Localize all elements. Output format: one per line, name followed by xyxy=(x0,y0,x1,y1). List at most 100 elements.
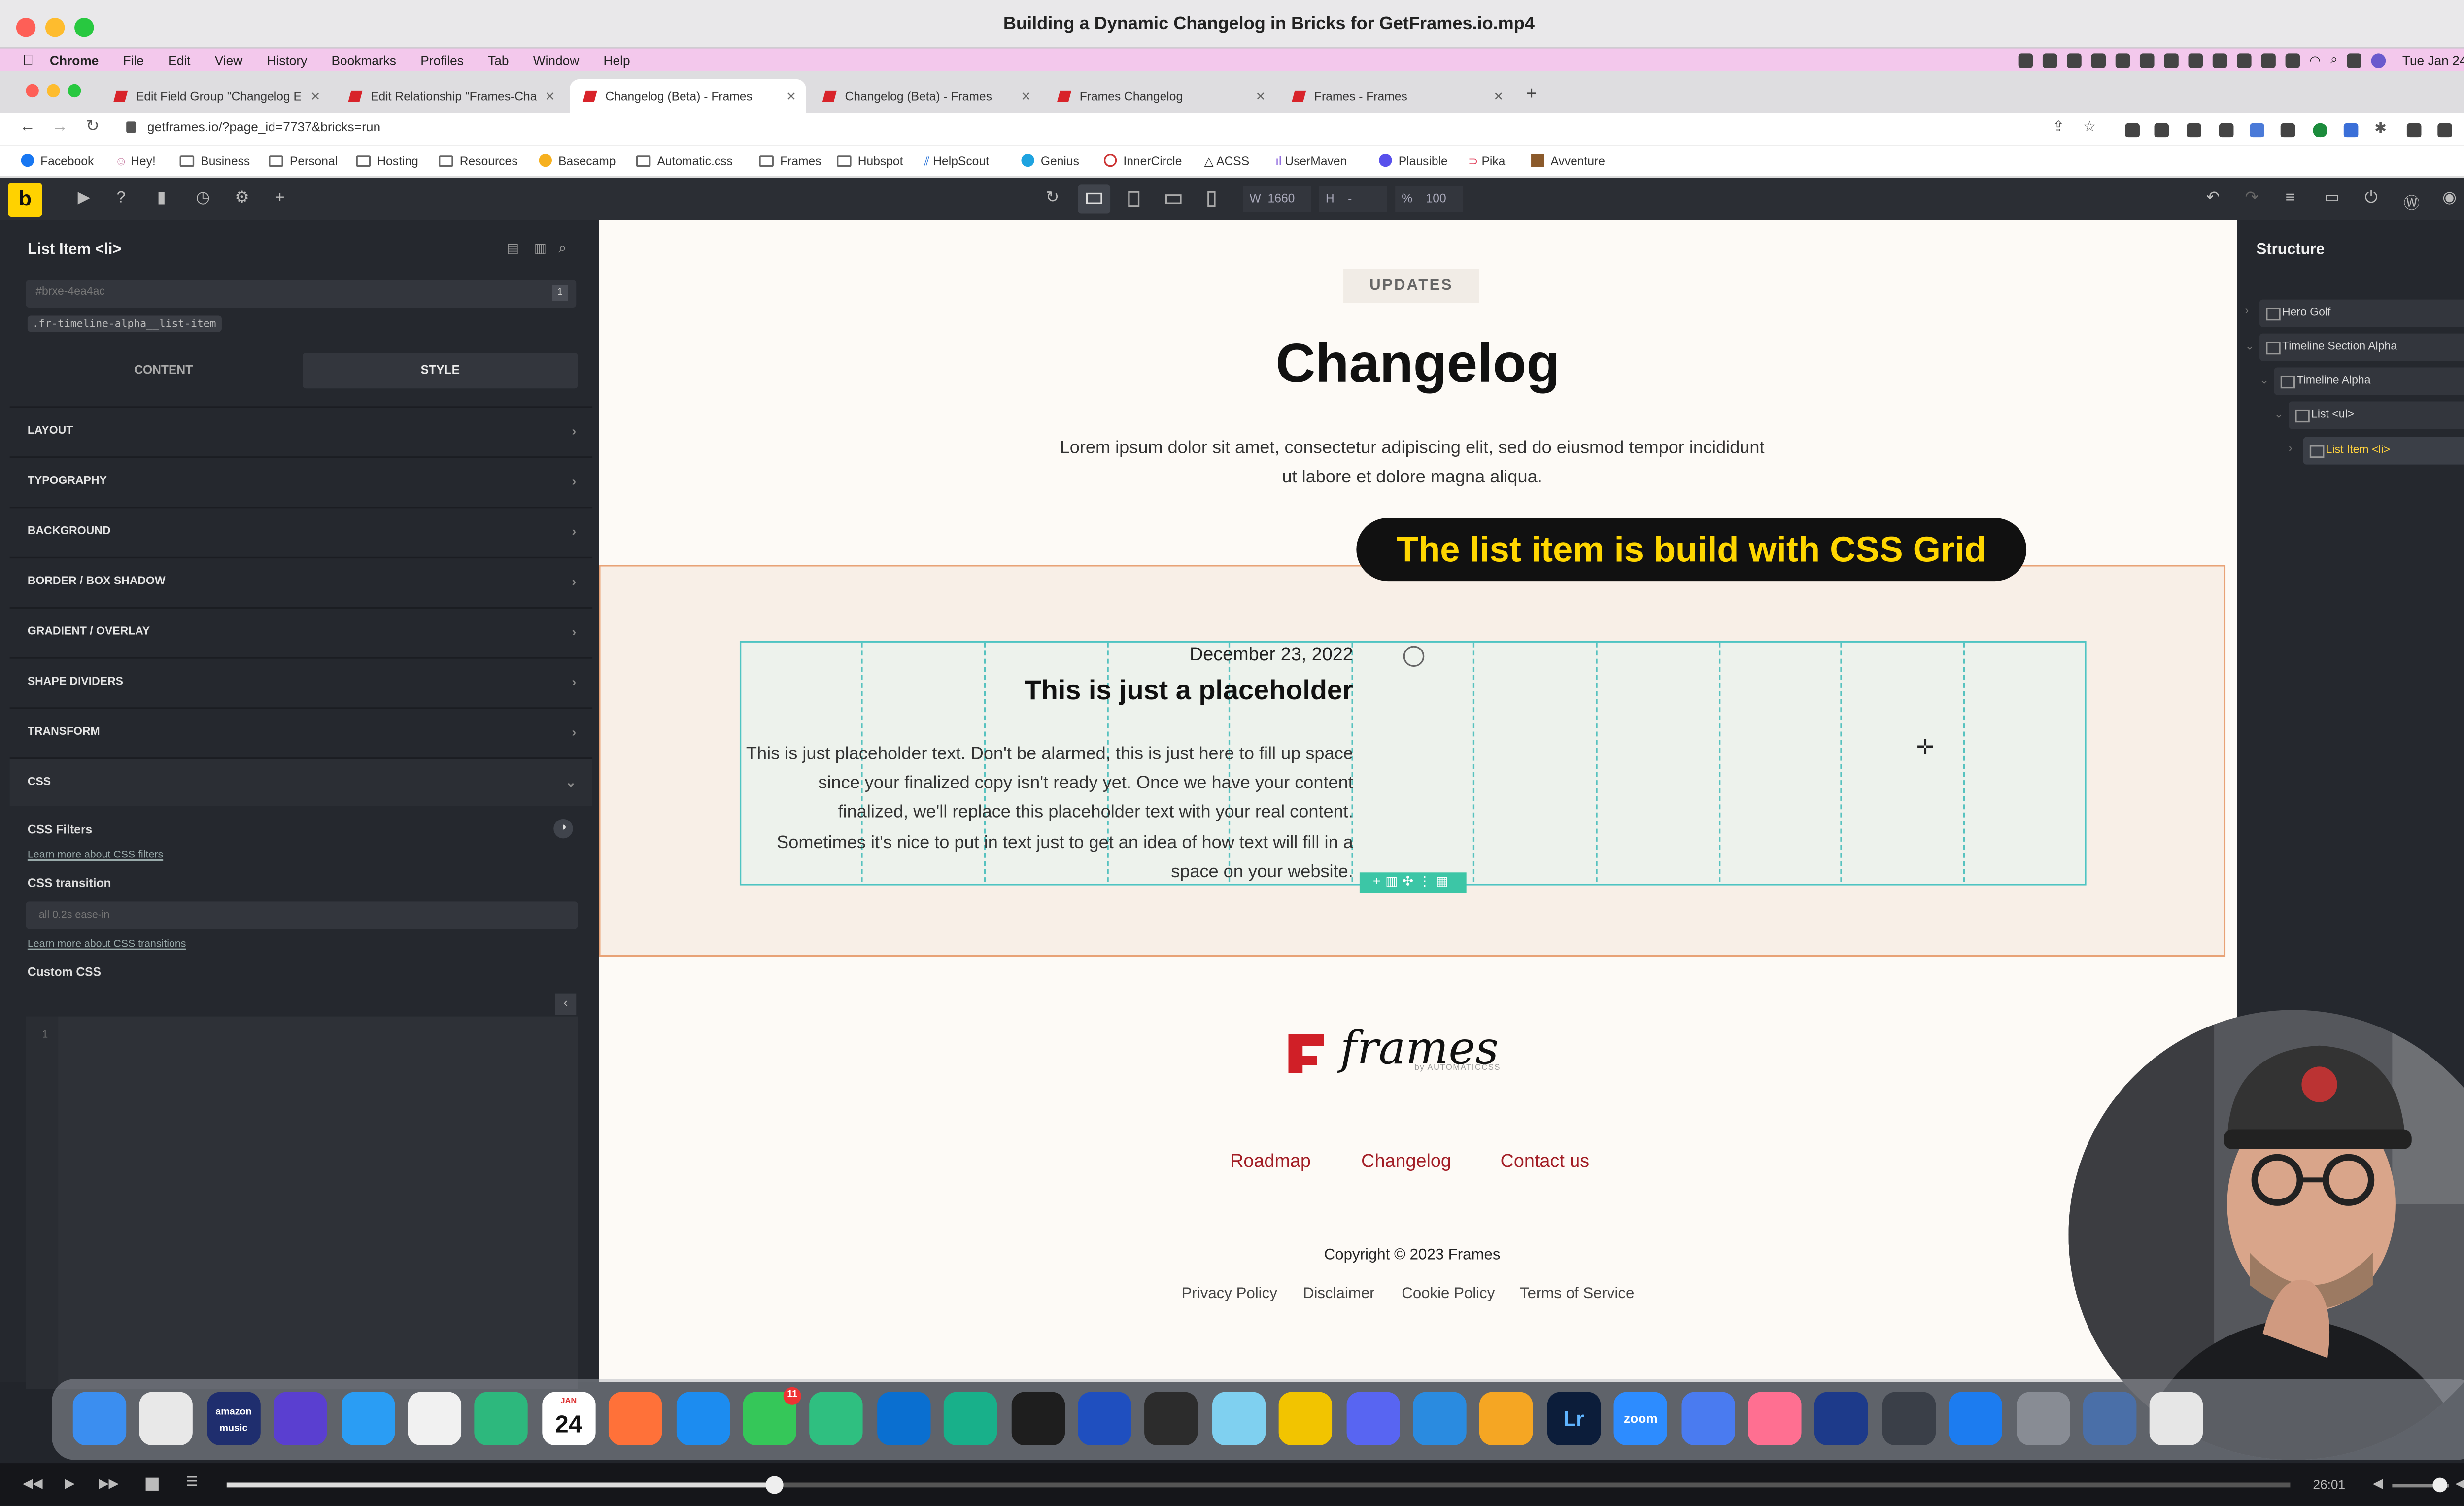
bookmark-folder[interactable]: Frames xyxy=(759,154,821,169)
extension-icon[interactable] xyxy=(2219,123,2234,138)
dock-app-hand-app[interactable] xyxy=(274,1392,328,1445)
menubar-clock[interactable]: Tue Jan 24 2:30 PM xyxy=(2402,53,2464,68)
menu-history[interactable]: History xyxy=(267,53,308,68)
extension-icon[interactable] xyxy=(2187,123,2201,138)
extension-icon[interactable] xyxy=(2280,123,2295,138)
tablet-landscape-icon[interactable] xyxy=(1128,191,1140,207)
zoom-window-button[interactable] xyxy=(68,84,81,98)
structure-node-hero-golf[interactable]: Hero Golf xyxy=(2259,299,2464,327)
power-icon[interactable]: ⏻ xyxy=(2365,189,2378,207)
section-css[interactable]: CSS ⌄ xyxy=(9,757,593,806)
dock-app-screen-app[interactable] xyxy=(2083,1392,2137,1445)
width-input[interactable]: W 1660 xyxy=(1243,186,1311,212)
legal-link-cookies[interactable]: Cookie Policy xyxy=(1402,1285,1495,1303)
minimize-window-button[interactable] xyxy=(47,84,60,98)
close-window-button[interactable] xyxy=(26,84,39,98)
status-icon[interactable] xyxy=(2236,52,2251,68)
volume-max-icon[interactable]: ◀) xyxy=(2455,1476,2464,1491)
structure-node-timeline-alpha[interactable]: Timeline Alpha xyxy=(2274,367,2464,395)
dock-app-live[interactable] xyxy=(1078,1392,1131,1445)
list-item-grid[interactable]: December 23, 2022 This is just a placeho… xyxy=(739,641,2087,893)
fast-forward-icon[interactable]: ▶▶ xyxy=(99,1476,118,1491)
extension-icon[interactable] xyxy=(2125,123,2140,138)
status-icon[interactable] xyxy=(2139,52,2154,68)
tab-style[interactable]: STYLE xyxy=(303,352,578,389)
sidebar-icon[interactable] xyxy=(2437,123,2452,138)
section-border-box-shadow[interactable]: BORDER / BOX SHADOW › xyxy=(9,556,593,606)
status-icon[interactable] xyxy=(2115,52,2130,68)
bookmark-item[interactable]: Basecamp xyxy=(539,154,616,169)
section-gradient-overlay[interactable]: GRADIENT / OVERLAY › xyxy=(9,607,593,656)
section-shape-dividers[interactable]: SHAPE DIVIDERS › xyxy=(9,657,593,706)
dock-app-firefox[interactable] xyxy=(609,1392,662,1445)
browser-tab[interactable]: Edit Relationship "Frames-Cha ✕ xyxy=(335,79,565,113)
bookmark-item[interactable]: ☺ Hey! xyxy=(115,154,156,169)
reading-list-icon[interactable] xyxy=(2406,123,2422,138)
dock-app-pages[interactable] xyxy=(1480,1392,1534,1445)
apple-icon[interactable]:  xyxy=(23,52,34,68)
help-icon[interactable]: ? xyxy=(116,189,125,207)
tablet-portrait-icon[interactable] xyxy=(1165,194,1182,204)
dock-app-app-18[interactable] xyxy=(1212,1392,1266,1445)
menu-edit[interactable]: Edit xyxy=(168,53,190,68)
dock-app-final-cut[interactable] xyxy=(1145,1392,1198,1445)
item-body[interactable]: This is just placeholder text. Don't be … xyxy=(745,740,1353,887)
dock-app-app-19[interactable] xyxy=(1279,1392,1333,1445)
bookmark-item[interactable]: Plausible xyxy=(1379,154,1448,169)
extension-icon[interactable] xyxy=(2313,123,2327,138)
browser-tab-active[interactable]: Changelog (Beta) - Frames ✕ xyxy=(570,79,806,113)
page-title[interactable]: Changelog xyxy=(599,334,2237,397)
bookmark-folder[interactable]: Resources xyxy=(439,154,518,169)
menu-bookmarks[interactable]: Bookmarks xyxy=(332,53,396,68)
dock-app-1password[interactable] xyxy=(1815,1392,1869,1445)
mobile-icon[interactable] xyxy=(1207,191,1216,207)
status-icon[interactable] xyxy=(2066,52,2082,68)
structure-node-list[interactable]: List <ul> xyxy=(2289,401,2464,429)
bookmark-star-icon[interactable]: ☆ xyxy=(2083,118,2096,136)
tab-close-icon[interactable]: ✕ xyxy=(1256,79,1266,113)
playlist-icon[interactable]: ☰ xyxy=(186,1474,198,1489)
settings-gear-icon[interactable]: ⚙ xyxy=(235,189,249,207)
dock-app-finder[interactable] xyxy=(72,1392,127,1445)
add-element-icon[interactable]: ▶ xyxy=(78,189,90,207)
dock-app-telegram[interactable] xyxy=(341,1392,395,1445)
height-input[interactable]: H - xyxy=(1319,186,1387,212)
dock-app-amazon-music[interactable]: amazon music xyxy=(206,1392,261,1445)
play-icon[interactable]: ▶ xyxy=(65,1476,74,1491)
bookmark-item[interactable]: Facebook xyxy=(21,154,94,169)
bookmark-item[interactable]: Avventure xyxy=(1531,154,1605,169)
element-id-input[interactable]: #brxe-4ea4ac 1 xyxy=(26,280,577,308)
dock-app-safari[interactable] xyxy=(676,1392,729,1445)
item-title[interactable]: This is just a placeholder xyxy=(741,675,1353,708)
status-icon[interactable] xyxy=(2285,52,2300,68)
dock-app-calendar[interactable]: JAN 24 xyxy=(542,1392,595,1445)
browser-tab[interactable]: Frames Changelog ✕ xyxy=(1044,79,1275,113)
filter-contrast-icon[interactable]: ◑ xyxy=(553,819,573,839)
timeline-section[interactable]: December 23, 2022 This is just a placeho… xyxy=(599,565,2226,957)
search-icon[interactable]: ⌕ xyxy=(2330,52,2338,68)
expand-editor-icon[interactable]: ‹ xyxy=(555,993,577,1015)
stop-icon[interactable] xyxy=(145,1477,159,1491)
menu-view[interactable]: View xyxy=(215,53,243,68)
url-input[interactable]: getframes.io/?page_id=7737&bricks=run xyxy=(147,120,380,135)
puzzle-icon[interactable]: ✱ xyxy=(2374,120,2387,137)
dock-app-app-28[interactable] xyxy=(1882,1392,1936,1445)
dock-app-trash[interactable] xyxy=(2150,1392,2204,1445)
templates-icon[interactable]: ▭ xyxy=(2324,189,2339,207)
status-icon[interactable] xyxy=(2018,52,2033,68)
status-icon[interactable] xyxy=(2212,52,2227,68)
structure-node-list-item[interactable]: List Item <li> xyxy=(2303,437,2464,465)
bookmark-item[interactable]: ⊃ Pika xyxy=(1468,154,1505,169)
browser-tab[interactable]: Frames - Frames ✕ xyxy=(1279,79,1513,113)
dock-app-zoom[interactable]: zoom xyxy=(1614,1392,1668,1445)
dock-app-system-settings[interactable] xyxy=(2016,1392,2070,1445)
zoom-input[interactable]: % 100 xyxy=(1395,186,1464,212)
bookmark-item[interactable]: △ ACSS xyxy=(1204,154,1250,169)
legal-link-terms[interactable]: Terms of Service xyxy=(1520,1285,1634,1303)
bookmark-folder[interactable]: Business xyxy=(179,154,250,169)
wifi-icon[interactable]: ◠ xyxy=(2309,53,2321,68)
dock-app-app-25[interactable] xyxy=(1681,1392,1735,1445)
undo-icon[interactable]: ↶ xyxy=(2206,189,2220,207)
refresh-icon[interactable]: ↻ xyxy=(1046,189,1060,207)
extension-icon[interactable] xyxy=(2250,123,2264,138)
